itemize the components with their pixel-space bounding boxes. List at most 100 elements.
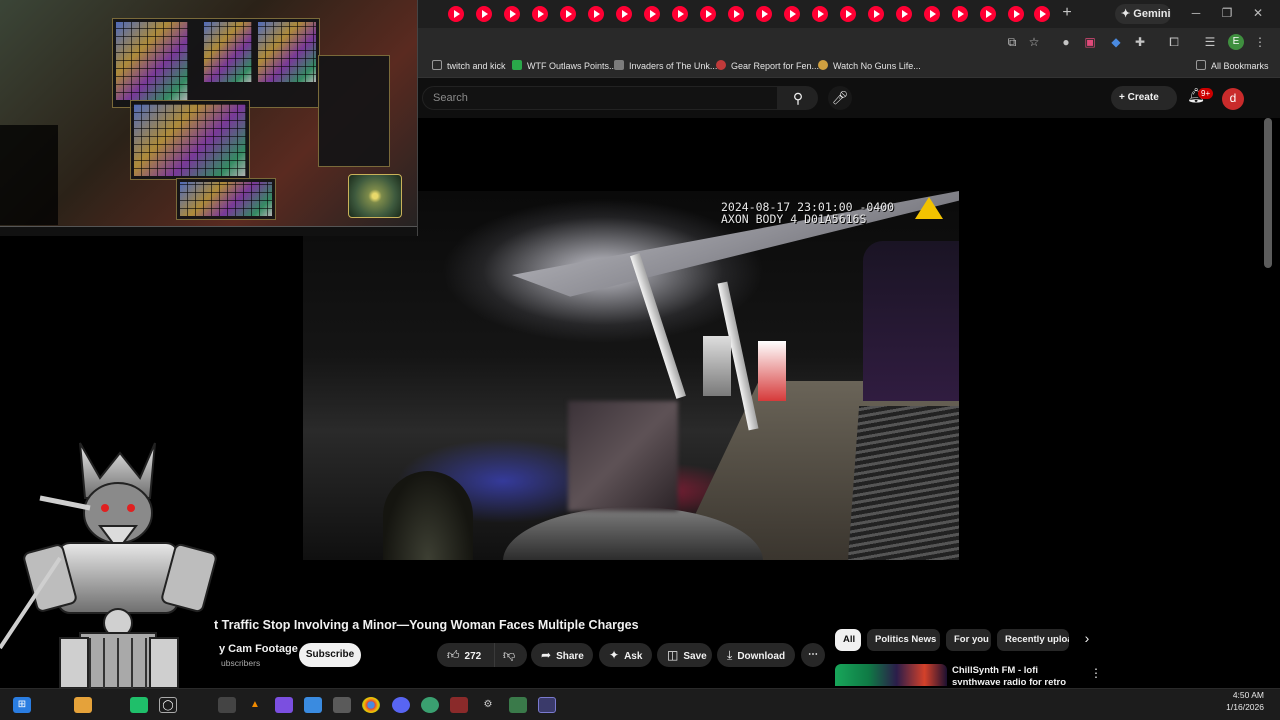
more-actions-button[interactable]: ⋯: [801, 643, 825, 667]
ask-button[interactable]: ✦ Ask: [599, 643, 652, 667]
youtube-tab[interactable]: [532, 6, 548, 22]
youtube-tab[interactable]: [588, 6, 604, 22]
all-bookmarks-button[interactable]: All Bookmarks: [1196, 60, 1269, 71]
taskbar-clock-date[interactable]: 1/16/2026: [1214, 702, 1264, 712]
youtube-tab[interactable]: [504, 6, 520, 22]
chip-recently-uploaded[interactable]: Recently uploa: [997, 629, 1069, 651]
chevron-right-icon[interactable]: ›: [1078, 630, 1096, 652]
tab-search-icon[interactable]: ⧠: [1166, 34, 1182, 50]
close-icon[interactable]: ✕: [1248, 4, 1268, 22]
new-tab-button[interactable]: +: [1058, 4, 1076, 22]
chrome-icon[interactable]: [362, 697, 380, 713]
youtube-tab[interactable]: [616, 6, 632, 22]
file-explorer-icon[interactable]: [74, 697, 92, 713]
chip-all[interactable]: All: [835, 629, 861, 651]
bookmark-item[interactable]: Gear Report for Fen...: [716, 60, 819, 71]
game-minimap: [348, 174, 402, 218]
app-icon[interactable]: [509, 697, 527, 713]
youtube-tab[interactable]: [476, 6, 492, 22]
more-vertical-icon[interactable]: ⋮: [1090, 666, 1102, 680]
vlc-icon[interactable]: ▲: [246, 697, 264, 713]
youtube-tab[interactable]: [728, 6, 744, 22]
youtube-tab[interactable]: [896, 6, 912, 22]
menu-dots-icon[interactable]: ⋮: [1252, 34, 1268, 50]
canopy-pillar: [630, 253, 686, 399]
recommendation-title[interactable]: ChillSynth FM - lofi synthwave radio for…: [952, 665, 1082, 685]
app-icon[interactable]: [450, 697, 468, 713]
minimize-icon[interactable]: ─: [1186, 4, 1206, 22]
youtube-tab[interactable]: [952, 6, 968, 22]
bookmark-item[interactable]: twitch and kick: [432, 60, 506, 71]
search-input[interactable]: Search: [422, 86, 778, 110]
item-list-window: [318, 55, 390, 167]
youtube-tab[interactable]: [784, 6, 800, 22]
app-icon[interactable]: [130, 697, 148, 713]
app-icon[interactable]: ◯: [159, 697, 177, 713]
app-icon[interactable]: [275, 697, 293, 713]
search-button[interactable]: ⚲: [778, 86, 818, 110]
share-button[interactable]: ➦ Share: [531, 643, 593, 667]
youtube-tab[interactable]: [980, 6, 996, 22]
app-icon[interactable]: [421, 697, 439, 713]
windows-start-icon[interactable]: ⊞: [13, 697, 31, 713]
app-icon[interactable]: [538, 697, 556, 713]
extension-icon[interactable]: ◆: [1108, 34, 1124, 50]
bookmark-label: Invaders of The Unk...: [629, 61, 718, 71]
bank-grid: [134, 104, 246, 176]
sidebar-icon[interactable]: ☰: [1202, 34, 1218, 50]
youtube-tab[interactable]: [700, 6, 716, 22]
vehicle-grille: [848, 406, 959, 560]
officer-figure: [383, 471, 473, 560]
app-icon[interactable]: [218, 697, 236, 713]
settings-gear-icon[interactable]: ⚙: [479, 697, 497, 713]
gemini-button[interactable]: ✦ Gemini: [1115, 4, 1171, 24]
hotbar-grid: [180, 182, 272, 216]
app-icon[interactable]: [333, 697, 351, 713]
extension-icon[interactable]: ●: [1058, 34, 1074, 50]
youtube-tab[interactable]: [756, 6, 772, 22]
youtube-tab[interactable]: [924, 6, 940, 22]
app-icon[interactable]: [304, 697, 322, 713]
youtube-tab[interactable]: [644, 6, 660, 22]
bookmark-item[interactable]: Watch No Guns Life...: [818, 60, 921, 71]
taskbar-clock-time[interactable]: 4:50 AM: [1224, 690, 1264, 700]
game-overlay-window: [0, 0, 418, 236]
dislike-button[interactable]: 👎︎: [494, 643, 526, 667]
download-button[interactable]: ⤓ Download: [717, 643, 795, 667]
extension-icon[interactable]: ▣: [1082, 34, 1098, 50]
install-app-icon[interactable]: ⧉: [1004, 34, 1020, 50]
bookmarks-bar: twitch and kick WTF Outlaws Points... In…: [418, 56, 1280, 78]
chip-politics-news[interactable]: Politics News: [867, 629, 940, 651]
youtube-tab[interactable]: [812, 6, 828, 22]
subscribe-button[interactable]: Subscribe: [299, 643, 361, 667]
restore-icon[interactable]: ❐: [1217, 4, 1237, 22]
axon-logo-icon: [915, 197, 943, 219]
bookmark-favicon-icon: [818, 60, 828, 70]
bookmark-item[interactable]: WTF Outlaws Points...: [512, 60, 617, 71]
youtube-tab[interactable]: [672, 6, 688, 22]
youtube-tab[interactable]: [448, 6, 464, 22]
share-icon: ➦: [541, 648, 552, 662]
youtube-tab[interactable]: [840, 6, 856, 22]
voice-search-button[interactable]: 🎤︎: [828, 86, 852, 110]
create-button[interactable]: + Create: [1111, 86, 1177, 110]
save-button[interactable]: ◫ Save: [657, 643, 712, 667]
page-scrollbar[interactable]: [1264, 118, 1272, 268]
account-avatar[interactable]: d: [1222, 88, 1244, 110]
video-frame: 2024-08-17 23:01:00 -0400 AXON BODY 4 D0…: [303, 191, 959, 560]
youtube-tab-active[interactable]: [1034, 6, 1050, 22]
video-title: t Traffic Stop Involving a Minor—Young W…: [214, 618, 639, 632]
extensions-puzzle-icon[interactable]: ✚: [1132, 34, 1148, 50]
discord-icon[interactable]: [392, 697, 410, 713]
bookmark-star-icon[interactable]: ☆: [1026, 34, 1042, 50]
bookmark-item[interactable]: Invaders of The Unk...: [614, 60, 717, 71]
recommendation-thumbnail[interactable]: [835, 664, 947, 686]
youtube-tab[interactable]: [1008, 6, 1024, 22]
bookmark-label: twitch and kick: [447, 61, 506, 71]
profile-avatar[interactable]: E: [1228, 34, 1244, 50]
notification-badge: 9+: [1198, 88, 1214, 99]
youtube-tab[interactable]: [560, 6, 576, 22]
youtube-tab[interactable]: [868, 6, 884, 22]
chip-for-you[interactable]: For you: [946, 629, 991, 651]
youtube-header: Search ⚲ 🎤︎ + Create 🔔︎ 9+ d: [418, 78, 1280, 118]
